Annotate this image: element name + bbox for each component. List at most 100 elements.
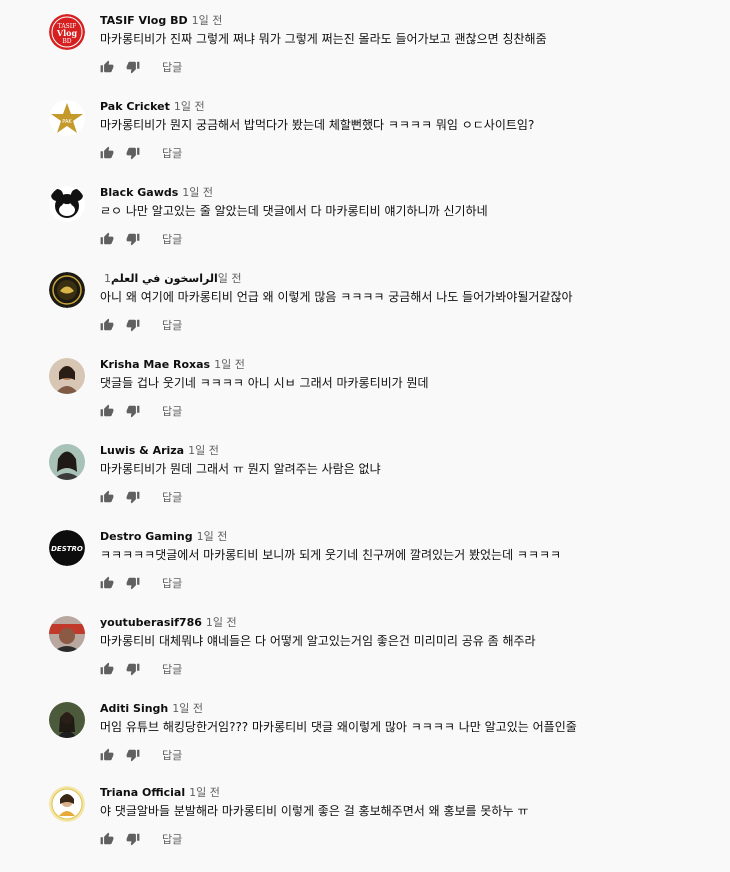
svg-text:BD: BD bbox=[62, 38, 71, 45]
comment-item: youtuberasif786 1일 전 마카롱티비 대체뭐냐 얘네들은 다 어떻… bbox=[0, 616, 730, 702]
thumbs-down-icon[interactable] bbox=[126, 146, 140, 160]
thumbs-down-icon[interactable] bbox=[126, 662, 140, 676]
comment-item: TASIF Vlog BD TASIF Vlog BD 1일 전 마카롱티비가 진짜 … bbox=[0, 14, 730, 100]
avatar[interactable]: TASIF Vlog BD bbox=[49, 14, 85, 50]
reply-button[interactable]: 답글 bbox=[162, 489, 182, 505]
comment-text: 마카롱티비 대체뭐냐 얘네들은 다 어떻게 알고있는거임 좋은건 미리미리 공유… bbox=[100, 634, 536, 648]
reply-button[interactable]: 답글 bbox=[162, 403, 182, 419]
reply-button[interactable]: 답글 bbox=[162, 575, 182, 591]
thumbs-up-icon[interactable] bbox=[100, 662, 114, 676]
avatar[interactable] bbox=[49, 786, 85, 822]
comment-header: youtuberasif786 1일 전 bbox=[100, 614, 237, 632]
thumbs-down-icon[interactable] bbox=[126, 576, 140, 590]
comment-actions: 답글 bbox=[100, 316, 182, 334]
comment-text: 마카롱티비가 뭔지 궁금해서 밥먹다가 봤는데 체할뻔했다 ㅋㅋㅋㅋ 뭐임 ㅇㄷ… bbox=[100, 118, 535, 132]
comment-item: Luwis & Ariza 1일 전 마카롱티비가 뭔데 그래서 ㅠ 뭔지 알려주… bbox=[0, 444, 730, 530]
thumbs-down-icon[interactable] bbox=[126, 490, 140, 504]
comment-header: الراسخون في العلم1일 전 bbox=[100, 270, 242, 288]
thumbs-up-icon[interactable] bbox=[100, 748, 114, 762]
comment-actions: 답글 bbox=[100, 660, 182, 678]
comment-header: Pak Cricket 1일 전 bbox=[100, 98, 205, 116]
comment-time[interactable]: 1일 전 bbox=[188, 444, 219, 457]
comment-item: Black Gawds 1일 전 ㄹㅇ 나만 알고있는 줄 알았는데 댓글에서 다… bbox=[0, 186, 730, 272]
comment-header: Luwis & Ariza 1일 전 bbox=[100, 442, 219, 460]
thumbs-down-icon[interactable] bbox=[126, 60, 140, 74]
thumbs-down-icon[interactable] bbox=[126, 832, 140, 846]
comment-time[interactable]: 1일 전 bbox=[182, 186, 213, 199]
avatar[interactable] bbox=[49, 358, 85, 394]
comment-text: 마카롱티비가 뭔데 그래서 ㅠ 뭔지 알려주는 사람은 없냐 bbox=[100, 462, 381, 476]
comment-item: Aditi Singh 1일 전 머임 유튜브 해킹당한거임??? 마카롱티비 댓… bbox=[0, 702, 730, 788]
comment-item: DESTRO Destro Gaming 1일 전 ㅋㅋㅋㅋㅋ댓글에서 마카롱티비… bbox=[0, 530, 730, 616]
avatar[interactable] bbox=[49, 702, 85, 738]
comment-time[interactable]: 1일 전 bbox=[197, 530, 228, 543]
avatar[interactable] bbox=[49, 444, 85, 480]
comment-text: 댓글들 겁나 웃기네 ㅋㅋㅋㅋ 아니 시ㅂ 그래서 마카롱티비가 뭔데 bbox=[100, 376, 429, 390]
comment-header: Triana Official 1일 전 bbox=[100, 784, 220, 802]
comment-time[interactable]: 1일 전 bbox=[206, 616, 237, 629]
comment-time[interactable]: 1일 전 bbox=[174, 100, 205, 113]
reply-button[interactable]: 답글 bbox=[162, 831, 182, 847]
comment-time[interactable]: 1일 전 bbox=[172, 702, 203, 715]
thumbs-up-icon[interactable] bbox=[100, 60, 114, 74]
comment-item: PAK Pak Cricket 1일 전 마카롱티비가 뭔지 궁금해서 밥먹다가 … bbox=[0, 100, 730, 186]
author-name[interactable]: Pak Cricket bbox=[100, 100, 170, 113]
comment-actions: 답글 bbox=[100, 230, 182, 248]
author-name[interactable]: Luwis & Ariza bbox=[100, 444, 184, 457]
author-name[interactable]: الراسخون في العلم bbox=[111, 272, 218, 285]
comment-header: Black Gawds 1일 전 bbox=[100, 184, 213, 202]
author-name[interactable]: TASIF Vlog BD bbox=[100, 14, 188, 27]
comment-actions: 답글 bbox=[100, 402, 182, 420]
comment-text: 마카롱티비가 진짜 그렇게 쩌냐 뭐가 그렇게 쩌는진 몰라도 들어가보고 괜찮… bbox=[100, 32, 547, 46]
reply-button[interactable]: 답글 bbox=[162, 59, 182, 75]
comment-header: TASIF Vlog BD 1일 전 bbox=[100, 12, 222, 30]
reply-button[interactable]: 답글 bbox=[162, 661, 182, 677]
comment-time[interactable]: 1일 전 bbox=[192, 14, 223, 27]
svg-text:Vlog: Vlog bbox=[56, 28, 78, 38]
comment-text: ㅋㅋㅋㅋㅋ댓글에서 마카롱티비 보니까 되게 웃기네 친구꺼에 깔려있는거 봤었… bbox=[100, 548, 562, 562]
svg-text:PAK: PAK bbox=[62, 119, 72, 125]
thumbs-up-icon[interactable] bbox=[100, 576, 114, 590]
avatar[interactable] bbox=[49, 272, 85, 308]
avatar[interactable]: PAK bbox=[49, 100, 85, 136]
comment-actions: 답글 bbox=[100, 746, 182, 764]
comment-time[interactable]: 1일 전 bbox=[189, 786, 220, 799]
comment-item: Krisha Mae Roxas 1일 전 댓글들 겁나 웃기네 ㅋㅋㅋㅋ 아니 … bbox=[0, 358, 730, 444]
author-name[interactable]: Krisha Mae Roxas bbox=[100, 358, 210, 371]
avatar[interactable] bbox=[49, 616, 85, 652]
thumbs-up-icon[interactable] bbox=[100, 318, 114, 332]
avatar[interactable]: DESTRO bbox=[49, 530, 85, 566]
comment-actions: 답글 bbox=[100, 58, 182, 76]
thumbs-up-icon[interactable] bbox=[100, 146, 114, 160]
author-name[interactable]: Aditi Singh bbox=[100, 702, 168, 715]
thumbs-down-icon[interactable] bbox=[126, 318, 140, 332]
comment-item: الراسخون في العلم1일 전 아니 왜 여기에 마카롱티비 언급 … bbox=[0, 272, 730, 358]
thumbs-up-icon[interactable] bbox=[100, 404, 114, 418]
thumbs-up-icon[interactable] bbox=[100, 490, 114, 504]
author-name[interactable]: Destro Gaming bbox=[100, 530, 193, 543]
thumbs-up-icon[interactable] bbox=[100, 232, 114, 246]
reply-button[interactable]: 답글 bbox=[162, 231, 182, 247]
thumbs-up-icon[interactable] bbox=[100, 832, 114, 846]
comment-text: 야 댓글알바들 분발해라 마카롱티비 이렇게 좋은 걸 홍보해주면서 왜 홍보를… bbox=[100, 804, 529, 818]
comment-time[interactable]: 1일 전 bbox=[214, 358, 245, 371]
comment-actions: 답글 bbox=[100, 144, 182, 162]
comment-actions: 답글 bbox=[100, 830, 182, 848]
comment-actions: 답글 bbox=[100, 488, 182, 506]
thumbs-down-icon[interactable] bbox=[126, 232, 140, 246]
comment-text: 머임 유튜브 해킹당한거임??? 마카롱티비 댓글 왜이렇게 많아 ㅋㅋㅋㅋ 나… bbox=[100, 720, 577, 734]
author-name[interactable]: youtuberasif786 bbox=[100, 616, 202, 629]
comment-header: Krisha Mae Roxas 1일 전 bbox=[100, 356, 245, 374]
comment-header: Destro Gaming 1일 전 bbox=[100, 528, 227, 546]
reply-button[interactable]: 답글 bbox=[162, 747, 182, 763]
author-name[interactable]: Black Gawds bbox=[100, 186, 178, 199]
thumbs-down-icon[interactable] bbox=[126, 404, 140, 418]
reply-button[interactable]: 답글 bbox=[162, 145, 182, 161]
comment-text: ㄹㅇ 나만 알고있는 줄 알았는데 댓글에서 다 마카롱티비 얘기하니까 신기하… bbox=[100, 204, 488, 218]
comment-text: 아니 왜 여기에 마카롱티비 언급 왜 이렇게 많음 ㅋㅋㅋㅋ 궁금해서 나도 … bbox=[100, 290, 573, 304]
avatar[interactable] bbox=[49, 186, 85, 222]
thumbs-down-icon[interactable] bbox=[126, 748, 140, 762]
author-name[interactable]: Triana Official bbox=[100, 786, 185, 799]
reply-button[interactable]: 답글 bbox=[162, 317, 182, 333]
svg-text:DESTRO: DESTRO bbox=[51, 545, 83, 553]
